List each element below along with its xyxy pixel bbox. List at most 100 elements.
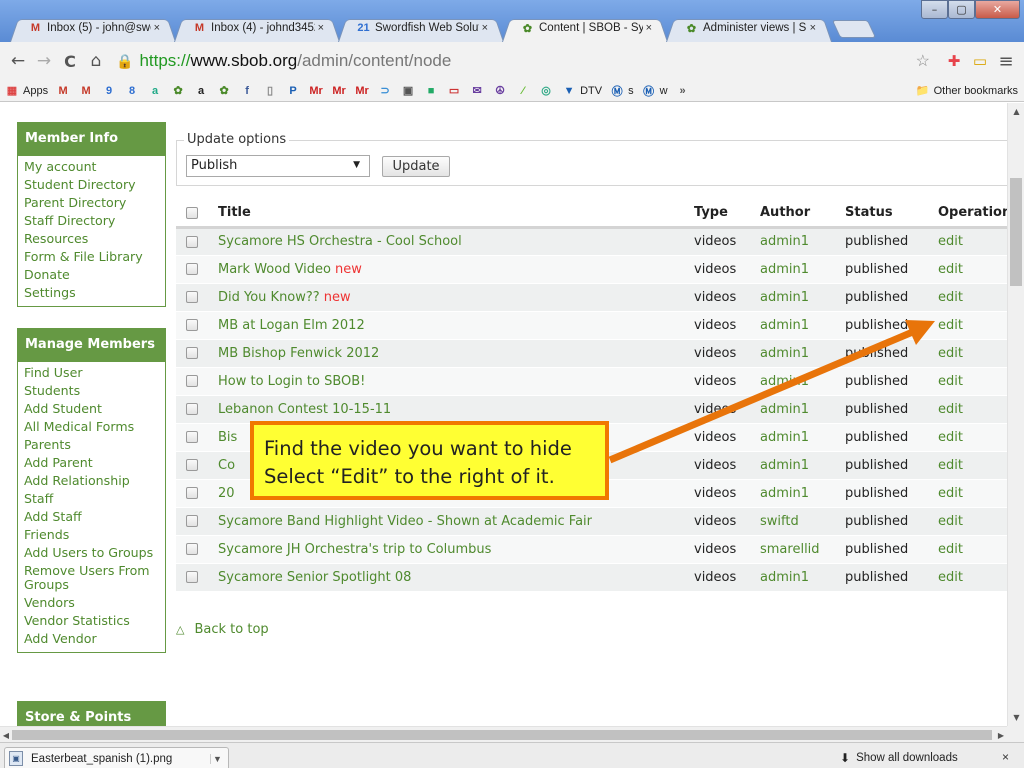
title-link[interactable]: 20 <box>218 486 235 501</box>
maximize-button[interactable]: ▢ <box>948 0 975 19</box>
extension-icon[interactable]: ✚ <box>942 49 966 73</box>
bookmark-item[interactable]: a <box>193 83 209 98</box>
bookmark-item[interactable]: M <box>55 83 71 98</box>
operation-select[interactable]: Publish ▼ <box>186 155 370 177</box>
author-link[interactable]: admin1 <box>760 451 845 479</box>
reload-button[interactable]: C <box>58 49 82 73</box>
bookmark-item[interactable]: ▭ <box>446 83 462 98</box>
sidebar-link[interactable]: Friends <box>24 526 165 544</box>
row-checkbox[interactable] <box>186 291 198 303</box>
bookmark-item[interactable]: Ⓜs <box>609 83 634 98</box>
sidebar-link[interactable]: Parent Directory <box>24 194 165 212</box>
edit-link[interactable]: edit <box>938 514 963 529</box>
sidebar-link[interactable]: All Medical Forms <box>24 418 165 436</box>
author-link[interactable]: admin1 <box>760 395 845 423</box>
bookmark-item[interactable]: » <box>675 83 691 98</box>
vertical-scroll-thumb[interactable] <box>1010 178 1022 286</box>
edit-link[interactable]: edit <box>938 318 963 333</box>
sidebar-link[interactable]: Add Student <box>24 400 165 418</box>
title-link[interactable]: MB Bishop Fenwick 2012 <box>218 346 379 361</box>
bookmark-item[interactable]: ⁄ <box>515 83 531 98</box>
browser-tab[interactable]: ✿ Content | SBOB - Syca× <box>496 14 674 42</box>
browser-tab[interactable]: ✿ Administer views | SBC× <box>660 14 838 42</box>
author-link[interactable]: admin1 <box>760 255 845 283</box>
author-link[interactable]: admin1 <box>760 227 845 255</box>
bookmark-item[interactable]: ✿ <box>216 83 232 98</box>
row-checkbox[interactable] <box>186 543 198 555</box>
chrome-menu-icon[interactable]: ≡ <box>994 49 1018 73</box>
author-link[interactable]: admin1 <box>760 283 845 311</box>
row-checkbox[interactable] <box>186 403 198 415</box>
row-checkbox[interactable] <box>186 515 198 527</box>
edit-link[interactable]: edit <box>938 458 963 473</box>
back-to-top-link[interactable]: △ Back to top <box>176 622 269 637</box>
download-item[interactable]: ▣ Easterbeat_spanish (1).png ▼ <box>4 747 229 768</box>
horizontal-scroll-thumb[interactable] <box>12 730 992 740</box>
bookmark-item[interactable]: ✿ <box>170 83 186 98</box>
home-button[interactable]: ⌂ <box>84 49 108 73</box>
vertical-scrollbar[interactable]: ▲ ▼ <box>1007 103 1024 726</box>
scroll-right-arrow-icon[interactable]: ▶ <box>995 727 1007 743</box>
browser-tab[interactable]: M Inbox (4) - johnd3452 × <box>168 14 346 42</box>
bookmark-item[interactable]: Mr <box>308 83 324 98</box>
edit-link[interactable]: edit <box>938 262 963 277</box>
minimize-button[interactable]: – <box>921 0 948 19</box>
row-checkbox[interactable] <box>186 487 198 499</box>
sidebar-link[interactable]: Staff <box>24 490 165 508</box>
row-checkbox[interactable] <box>186 263 198 275</box>
header-title[interactable]: Title <box>218 200 694 227</box>
scroll-left-arrow-icon[interactable]: ◀ <box>0 727 12 743</box>
bookmark-item[interactable]: Mr <box>331 83 347 98</box>
tab-close-icon[interactable]: × <box>154 22 160 34</box>
bookmark-item[interactable]: ▼ DTV <box>561 83 602 98</box>
author-link[interactable]: admin1 <box>760 563 845 591</box>
title-link[interactable]: MB at Logan Elm 2012 <box>218 318 365 333</box>
row-checkbox[interactable] <box>186 236 198 248</box>
bookmark-item[interactable]: ▣ <box>400 83 416 98</box>
title-link[interactable]: Did You Know?? <box>218 290 320 305</box>
horizontal-scrollbar[interactable]: ◀ ▶ <box>0 726 1007 742</box>
bookmark-item[interactable]: P <box>285 83 301 98</box>
new-tab-button[interactable] <box>836 20 872 38</box>
author-link[interactable]: smarellid <box>760 535 845 563</box>
sidebar-link[interactable]: Student Directory <box>24 176 165 194</box>
sidebar-link[interactable]: Add Staff <box>24 508 165 526</box>
bookmark-star-icon[interactable]: ☆ <box>916 51 930 71</box>
edit-link[interactable]: edit <box>938 290 963 305</box>
back-button[interactable]: ← <box>6 49 30 73</box>
browser-tab[interactable]: M Inbox (5) - john@swor × <box>4 14 182 42</box>
bookmark-item[interactable]: ◎ <box>538 83 554 98</box>
bookmark-item[interactable]: 9 <box>101 83 117 98</box>
bookmark-item[interactable]: Ⓜw <box>641 83 668 98</box>
title-link[interactable]: Mark Wood Video <box>218 262 331 277</box>
edit-link[interactable]: edit <box>938 542 963 557</box>
tab-close-icon[interactable]: × <box>810 22 816 34</box>
scroll-up-arrow-icon[interactable]: ▲ <box>1008 103 1024 120</box>
extension-icon[interactable]: ▭ <box>968 49 992 73</box>
sidebar-link[interactable]: Add Vendor <box>24 630 165 648</box>
sidebar-link[interactable]: Add Users to Groups <box>24 544 165 562</box>
title-link[interactable]: Sycamore Senior Spotlight 08 <box>218 570 411 585</box>
bookmark-item[interactable]: ▯ <box>262 83 278 98</box>
close-window-button[interactable]: ✕ <box>975 0 1020 19</box>
browser-tab[interactable]: 21 Swordfish Web Solutio× <box>332 14 510 42</box>
sidebar-link[interactable]: Add Relationship <box>24 472 165 490</box>
title-link[interactable]: How to Login to SBOB! <box>218 374 365 389</box>
bookmark-item[interactable]: M <box>78 83 94 98</box>
sidebar-link[interactable]: Remove Users From Groups <box>24 562 165 594</box>
row-checkbox[interactable] <box>186 459 198 471</box>
bookmark-item[interactable]: a <box>147 83 163 98</box>
sidebar-link[interactable]: Find User <box>24 364 165 382</box>
title-link[interactable]: Sycamore JH Orchestra's trip to Columbus <box>218 542 491 557</box>
title-link[interactable]: Co <box>218 458 235 473</box>
edit-link[interactable]: edit <box>938 402 963 417</box>
edit-link[interactable]: edit <box>938 374 963 389</box>
sidebar-link[interactable]: Form & File Library <box>24 248 165 266</box>
bookmark-item[interactable]: ⊃ <box>377 83 393 98</box>
edit-link[interactable]: edit <box>938 570 963 585</box>
row-checkbox[interactable] <box>186 375 198 387</box>
tab-close-icon[interactable]: × <box>318 22 324 34</box>
author-link[interactable]: admin1 <box>760 339 845 367</box>
tab-close-icon[interactable]: × <box>482 22 488 34</box>
sidebar-link[interactable]: Donate <box>24 266 165 284</box>
